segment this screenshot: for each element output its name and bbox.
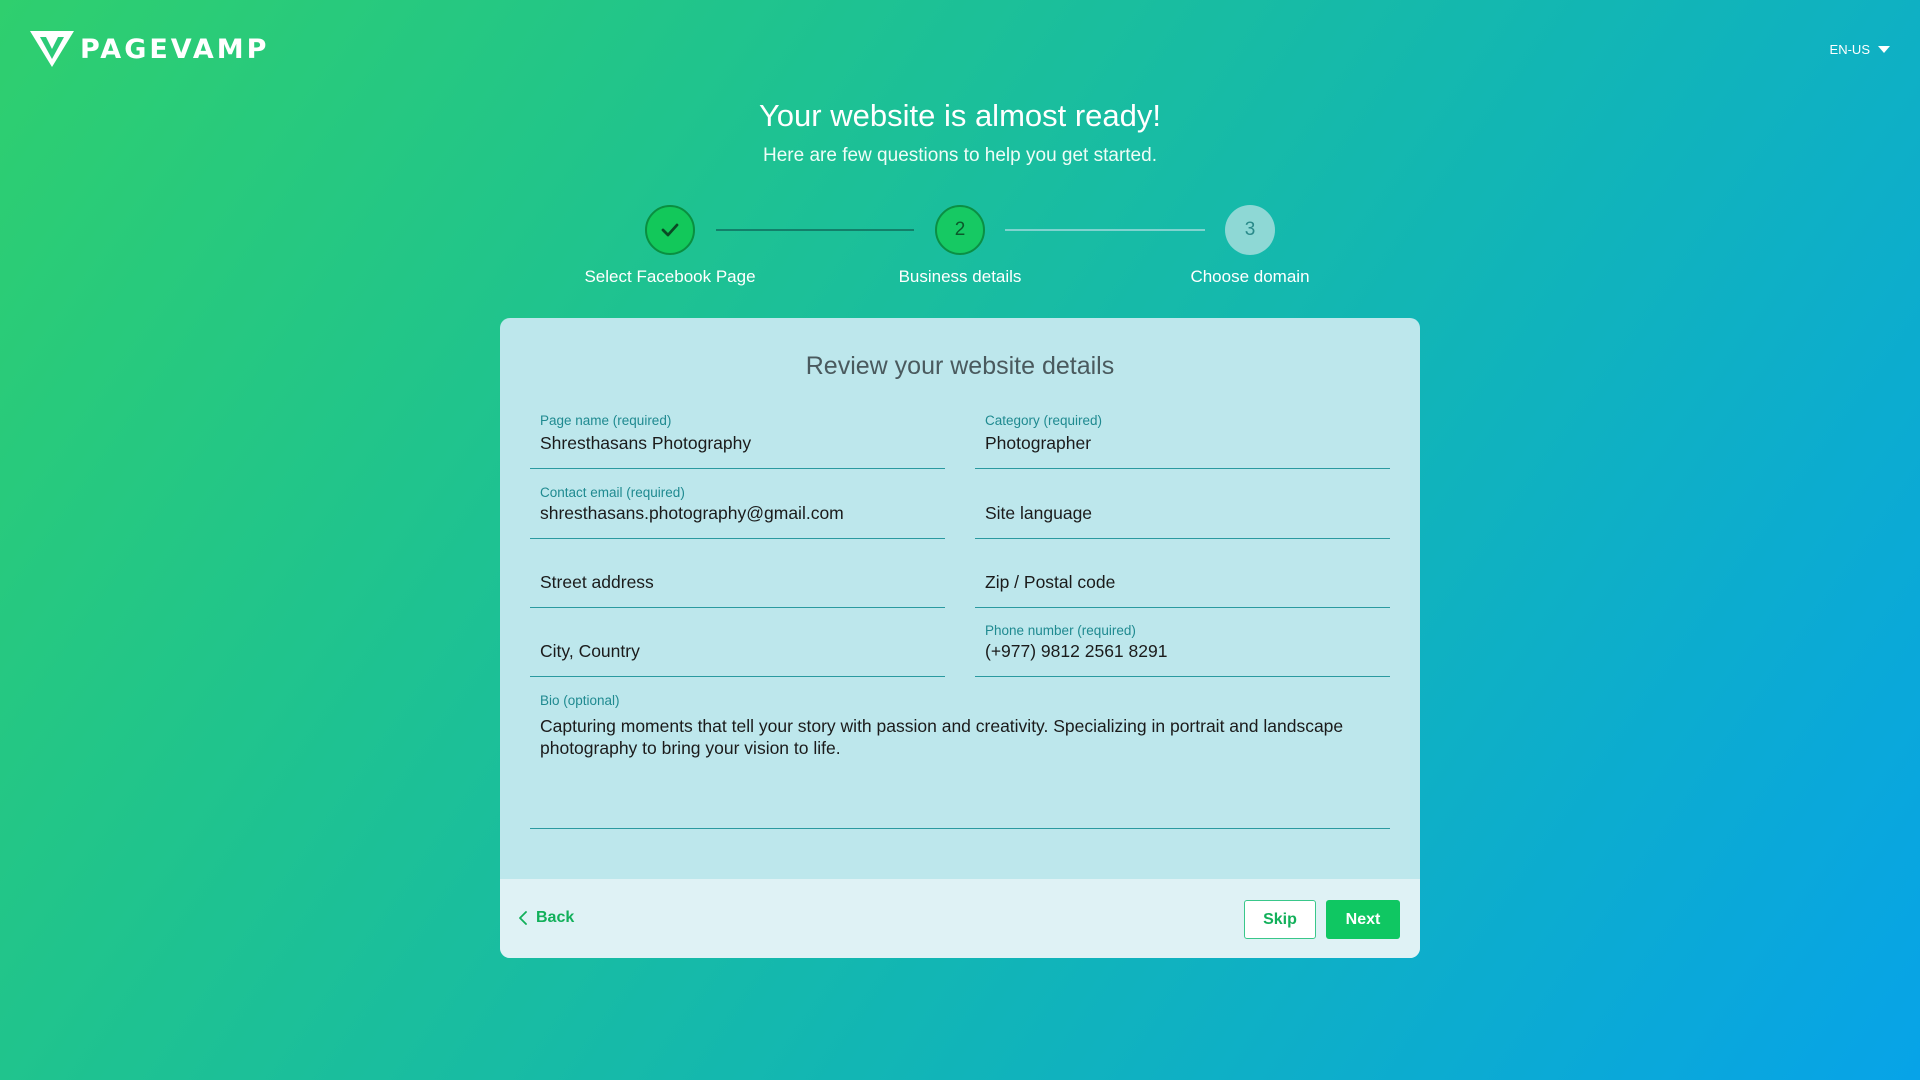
skip-button[interactable]: Skip xyxy=(1244,900,1316,939)
step-2-marker: 2 xyxy=(935,205,985,255)
step-1-label: Select Facebook Page xyxy=(584,267,756,286)
chevron-left-icon xyxy=(519,911,527,925)
step-2-label: Business details xyxy=(898,267,1022,286)
form-title: Review your website details xyxy=(805,352,1115,380)
bio-value: Capturing moments that tell your story w… xyxy=(540,716,1344,758)
street-address-field[interactable]: Street address xyxy=(530,549,945,608)
bio-textarea[interactable]: Bio (optional) Capturing moments that te… xyxy=(530,688,1390,829)
category-field[interactable]: Category (required) Photographer xyxy=(975,408,1390,469)
category-label: Category (required) xyxy=(985,413,1103,428)
zip-code-field[interactable]: Zip / Postal code xyxy=(975,549,1390,608)
step-3-label: Choose domain xyxy=(1190,267,1310,286)
language-label: EN-US xyxy=(1829,42,1870,57)
step-connector-2 xyxy=(1005,229,1205,231)
pagevamp-logo[interactable]: PAGEVAMP xyxy=(30,29,269,69)
city-country-field[interactable]: City, Country xyxy=(530,618,945,677)
logo-text: PAGEVAMP xyxy=(80,33,270,65)
contact-email-label: Contact email (required) xyxy=(540,485,685,500)
zip-code-placeholder: Zip / Postal code xyxy=(985,572,1116,592)
card-footer: Back Skip Next xyxy=(500,879,1420,958)
caret-down-icon xyxy=(1878,46,1890,53)
page-title: Your website is almost ready! xyxy=(758,98,1162,133)
step-connector-1 xyxy=(716,229,914,231)
category-value: Photographer xyxy=(985,433,1092,453)
pagevamp-logo-icon xyxy=(30,31,74,67)
step-1-marker xyxy=(645,205,695,255)
site-language-placeholder: Site language xyxy=(985,503,1093,523)
step-3-marker: 3 xyxy=(1225,205,1275,255)
language-selector[interactable]: EN-US xyxy=(1830,42,1890,57)
page-name-value: Shresthasans Photography xyxy=(540,433,752,453)
next-button[interactable]: Next xyxy=(1326,900,1400,939)
phone-number-value: (+977) 9812 2561 8291 xyxy=(985,641,1168,661)
phone-number-field[interactable]: Phone number (required) (+977) 9812 2561… xyxy=(975,618,1390,677)
page-subtitle: Here are few questions to help you get s… xyxy=(763,145,1157,166)
phone-number-label: Phone number (required) xyxy=(985,623,1136,638)
page-name-label: Page name (required) xyxy=(540,413,672,428)
street-address-placeholder: Street address xyxy=(540,572,654,592)
checkmark-icon xyxy=(661,223,679,237)
contact-email-value: shresthasans.photography@gmail.com xyxy=(540,503,844,523)
contact-email-field[interactable]: Contact email (required) shresthasans.ph… xyxy=(530,480,945,539)
site-language-field[interactable]: Site language xyxy=(975,480,1390,539)
back-button[interactable]: Back xyxy=(518,909,574,927)
website-details-card: Review your website details Page name (r… xyxy=(500,318,1420,958)
page-name-field[interactable]: Page name (required) Shresthasans Photog… xyxy=(530,408,945,469)
back-label: Back xyxy=(536,909,575,926)
bio-label: Bio (optional) xyxy=(540,693,620,708)
city-country-placeholder: City, Country xyxy=(540,641,640,661)
progress-stepper: Select Facebook Page 2 Business details … xyxy=(0,205,1920,286)
